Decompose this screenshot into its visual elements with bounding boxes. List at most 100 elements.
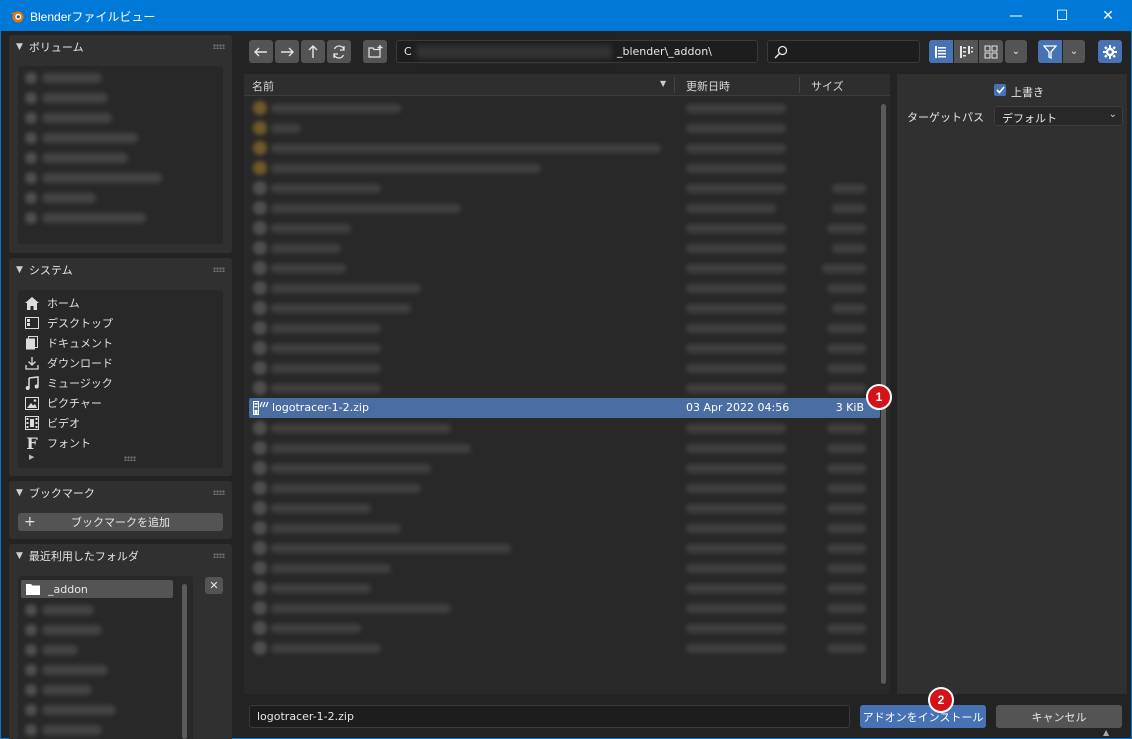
add-bookmark-button[interactable]: + ブックマークを追加 bbox=[18, 513, 223, 531]
system-panel: ▼ システム ホーム デスクトップ ドキュメント ダウンロード ミュージック ピ… bbox=[9, 258, 232, 476]
sidebar-item-desktop[interactable]: デスクトップ bbox=[23, 313, 218, 333]
list-item[interactable] bbox=[42, 153, 128, 163]
sidebar-item-pictures[interactable]: ピクチャー bbox=[23, 393, 218, 413]
drag-grip-icon[interactable] bbox=[213, 490, 225, 495]
filter-settings-dropdown[interactable]: ⌄ bbox=[1063, 40, 1085, 63]
table-row[interactable] bbox=[249, 618, 880, 638]
target-path-select[interactable]: デフォルト ⌄ bbox=[994, 106, 1123, 126]
list-item[interactable] bbox=[42, 705, 116, 715]
table-row[interactable] bbox=[249, 318, 880, 338]
list-item[interactable] bbox=[42, 173, 162, 183]
system-panel-header[interactable]: ▼ システム bbox=[9, 258, 232, 282]
overwrite-checkbox[interactable] bbox=[994, 84, 1006, 96]
cancel-button[interactable]: キャンセル bbox=[996, 705, 1122, 728]
table-row[interactable] bbox=[249, 238, 880, 258]
forward-button[interactable] bbox=[275, 40, 299, 63]
drag-grip-icon[interactable] bbox=[213, 44, 225, 49]
list-item[interactable] bbox=[42, 213, 146, 223]
filename-field[interactable]: logotracer-1-2.zip bbox=[249, 705, 850, 728]
list-item[interactable] bbox=[42, 625, 102, 635]
bookmarks-panel-header[interactable]: ▼ ブックマーク bbox=[9, 481, 232, 505]
sidebar-item-label: ホーム bbox=[47, 297, 80, 310]
resize-grip-icon[interactable] bbox=[124, 456, 136, 461]
file-icon bbox=[253, 541, 267, 555]
table-row[interactable] bbox=[249, 558, 880, 578]
maximize-button[interactable]: ☐ bbox=[1039, 0, 1085, 31]
table-row[interactable] bbox=[249, 358, 880, 378]
directory-path-field[interactable]: C _blender\_addon\ bbox=[396, 40, 758, 63]
table-row[interactable] bbox=[249, 178, 880, 198]
expand-arrow-icon[interactable]: ▶ bbox=[29, 453, 34, 461]
thumbnail-view-button[interactable] bbox=[979, 40, 1003, 63]
table-row[interactable] bbox=[249, 638, 880, 658]
recent-item-active[interactable]: _addon bbox=[21, 580, 173, 598]
list-item[interactable] bbox=[42, 645, 78, 655]
horizontal-list-view-button[interactable] bbox=[954, 40, 978, 63]
step-badge-2: 2 bbox=[928, 687, 954, 713]
list-item[interactable] bbox=[42, 725, 102, 735]
table-row[interactable] bbox=[249, 498, 880, 518]
close-window-button[interactable]: ✕ bbox=[1085, 0, 1131, 31]
sort-descending-icon[interactable]: ▼ bbox=[660, 79, 666, 88]
table-row[interactable] bbox=[249, 278, 880, 298]
sidebar-item-documents[interactable]: ドキュメント bbox=[23, 333, 218, 353]
list-item[interactable] bbox=[42, 73, 102, 83]
table-row[interactable] bbox=[249, 538, 880, 558]
table-row[interactable] bbox=[249, 598, 880, 618]
list-item[interactable] bbox=[42, 665, 108, 675]
sidebar-item-music[interactable]: ミュージック bbox=[23, 373, 218, 393]
table-row[interactable] bbox=[249, 338, 880, 358]
table-row[interactable] bbox=[249, 198, 880, 218]
display-settings-dropdown[interactable]: ⌄ bbox=[1005, 40, 1027, 63]
minimize-button[interactable]: — bbox=[993, 0, 1039, 31]
table-row[interactable] bbox=[249, 458, 880, 478]
vertical-list-view-button[interactable] bbox=[929, 40, 953, 63]
list-item[interactable] bbox=[42, 605, 94, 615]
sidebar-item-video[interactable]: ビデオ bbox=[23, 413, 218, 433]
parent-directory-button[interactable] bbox=[301, 40, 325, 63]
new-folder-button[interactable] bbox=[363, 40, 387, 63]
list-item[interactable] bbox=[42, 113, 112, 123]
list-item[interactable] bbox=[42, 193, 96, 203]
volumes-panel-header[interactable]: ▼ ボリューム bbox=[9, 35, 232, 59]
table-row[interactable] bbox=[249, 158, 880, 178]
table-row[interactable] bbox=[249, 298, 880, 318]
selected-file-row[interactable]: logotracer-1-2.zip 03 Apr 2022 04:56 3 K… bbox=[249, 398, 880, 418]
column-date-header[interactable]: 更新日時 bbox=[686, 78, 730, 94]
filter-toggle-button[interactable] bbox=[1038, 40, 1062, 63]
column-name-header[interactable]: 名前 bbox=[252, 78, 274, 94]
column-size-header[interactable]: サイズ bbox=[811, 78, 844, 94]
file-icon bbox=[253, 341, 267, 355]
drag-grip-icon[interactable] bbox=[213, 267, 225, 272]
drag-grip-icon[interactable] bbox=[213, 553, 225, 558]
install-addon-button[interactable]: アドオンをインストール bbox=[860, 705, 986, 728]
table-row[interactable] bbox=[249, 118, 880, 138]
column-separator[interactable] bbox=[799, 77, 800, 93]
table-row[interactable] bbox=[249, 478, 880, 498]
options-toggle-button[interactable] bbox=[1098, 40, 1122, 63]
table-row[interactable] bbox=[249, 578, 880, 598]
table-row[interactable] bbox=[249, 138, 880, 158]
cancel-label: キャンセル bbox=[1031, 710, 1087, 724]
column-separator[interactable] bbox=[674, 77, 675, 93]
refresh-button[interactable] bbox=[327, 40, 351, 63]
table-row[interactable] bbox=[249, 258, 880, 278]
recent-scrollbar[interactable] bbox=[182, 584, 187, 739]
table-row[interactable] bbox=[249, 418, 880, 438]
chevron-up-icon[interactable]: ▲ bbox=[1103, 728, 1109, 737]
table-row[interactable] bbox=[249, 218, 880, 238]
table-row[interactable] bbox=[249, 378, 880, 398]
table-row[interactable] bbox=[249, 98, 880, 118]
sidebar-item-home[interactable]: ホーム bbox=[23, 293, 218, 313]
list-item[interactable] bbox=[42, 685, 92, 695]
sidebar-item-downloads[interactable]: ダウンロード bbox=[23, 353, 218, 373]
back-button[interactable] bbox=[249, 40, 273, 63]
recent-panel-header[interactable]: ▼ 最近利用したフォルダ bbox=[9, 544, 232, 568]
search-field[interactable] bbox=[767, 40, 920, 63]
table-row[interactable] bbox=[249, 438, 880, 458]
sidebar-item-fonts[interactable]: F フォント bbox=[23, 433, 218, 453]
table-row[interactable] bbox=[249, 518, 880, 538]
list-item[interactable] bbox=[42, 93, 108, 103]
remove-recent-button[interactable]: ✕ bbox=[205, 577, 223, 594]
list-item[interactable] bbox=[42, 133, 138, 143]
